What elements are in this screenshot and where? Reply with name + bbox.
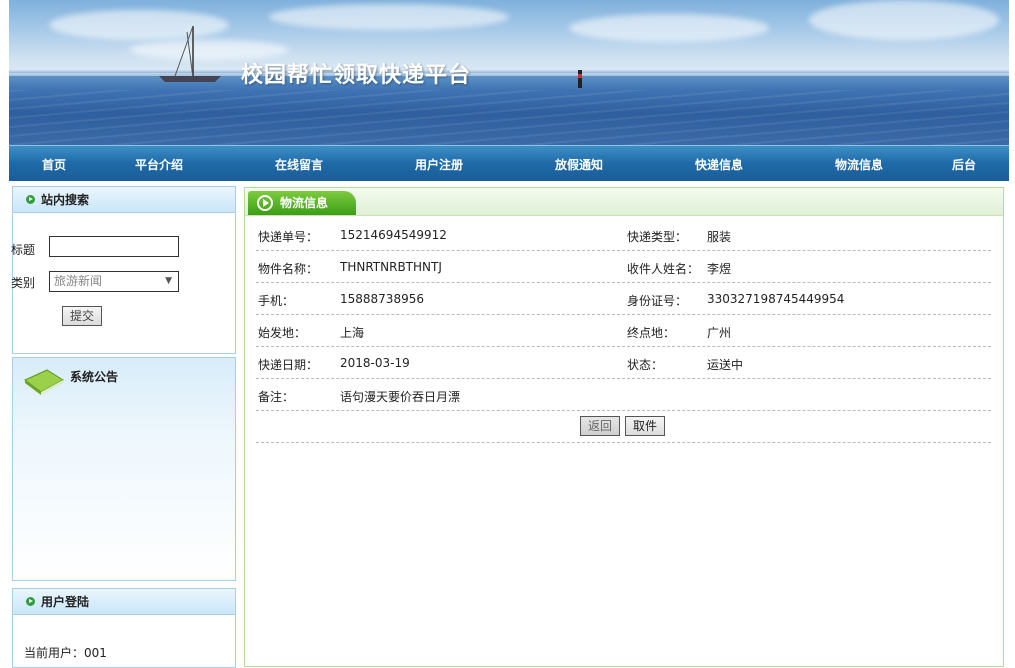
buoy-icon (578, 70, 582, 88)
status-value: 运送中 (707, 358, 744, 372)
phone-label: 手机： (258, 294, 295, 308)
nav-about[interactable]: 平台介绍 (135, 156, 183, 173)
detail-row: 物件名称： THNRTNRBTHNTJ 收件人姓名： 李煜 (256, 251, 991, 283)
remark-value: 语句漫天要价吞日月漂 (340, 390, 461, 404)
destination-value: 广州 (707, 326, 732, 340)
status-label: 状态： (627, 358, 664, 372)
search-panel-header: 站内搜索 (13, 187, 235, 213)
detail-row: 快递单号： 15214694549912 快递类型： 服装 (256, 219, 991, 251)
origin-value: 上海 (340, 326, 365, 340)
nav-register[interactable]: 用户注册 (415, 156, 463, 173)
date-label: 快递日期： (258, 358, 319, 372)
header-banner: 校园帮忙领取快递平台 (9, 0, 1009, 145)
arrow-bullet-icon (26, 195, 35, 204)
category-select[interactable]: 旅游新闻 ▼ (49, 271, 179, 292)
action-row: 返回 取件 (256, 411, 991, 443)
submit-button[interactable]: 提交 (62, 306, 102, 326)
detail-row: 始发地： 上海 终点地： 广州 (256, 315, 991, 347)
destination-label: 终点地： (627, 326, 676, 340)
express-type-value: 服装 (707, 230, 732, 244)
detail-row: 快递日期： 2018-03-19 状态： 运送中 (256, 347, 991, 379)
title-label: 标题 (11, 243, 36, 257)
detail-tab-title: 物流信息 (280, 196, 329, 210)
recipient-value: 李煜 (707, 262, 732, 276)
category-selected-value: 旅游新闻 (54, 274, 103, 288)
detail-row: 备注： 语句漫天要价吞日月漂 (256, 379, 991, 411)
tracking-no-value: 15214694549912 (340, 228, 447, 242)
id-card-label: 身份证号： (627, 294, 688, 308)
title-input[interactable] (49, 236, 179, 257)
item-name-value: THNRTNRBTHNTJ (340, 260, 442, 274)
detail-header: 物流信息 (245, 188, 1003, 216)
nav-express-info[interactable]: 快递信息 (695, 156, 743, 173)
notice-panel-title: 系统公告 (70, 370, 119, 384)
play-circle-icon (257, 195, 273, 211)
book-icon (24, 369, 64, 395)
nav-logistics-info[interactable]: 物流信息 (835, 156, 883, 173)
id-card-value: 330327198745449954 (707, 292, 845, 306)
date-value: 2018-03-19 (340, 356, 410, 370)
login-panel: 用户登陆 当前用户：001 (12, 588, 236, 668)
current-user-text: 当前用户：001 (24, 646, 107, 660)
logistics-detail-panel: 物流信息 快递单号： 15214694549912 快递类型： 服装 物件名称：… (244, 187, 1004, 667)
tracking-no-label: 快递单号： (258, 230, 319, 244)
category-label: 类别 (11, 276, 36, 290)
detail-tab: 物流信息 (248, 191, 356, 215)
detail-row: 手机： 15888738956 身份证号： 330327198745449954 (256, 283, 991, 315)
main-nav: 首页 平台介绍 在线留言 用户注册 放假通知 快递信息 物流信息 后台 (9, 145, 1009, 181)
dropdown-arrow-icon: ▼ (165, 276, 172, 286)
nav-admin[interactable]: 后台 (952, 156, 976, 173)
sailboat-icon (159, 25, 221, 82)
arrow-bullet-icon (26, 597, 35, 606)
express-type-label: 快递类型： (627, 230, 688, 244)
pickup-button[interactable]: 取件 (625, 416, 665, 436)
recipient-label: 收件人姓名： (627, 262, 700, 276)
site-title: 校园帮忙领取快递平台 (241, 62, 472, 88)
nav-holiday-notice[interactable]: 放假通知 (555, 156, 603, 173)
remark-label: 备注： (258, 390, 295, 404)
back-button[interactable]: 返回 (580, 416, 620, 436)
search-panel-title: 站内搜索 (41, 193, 90, 207)
login-panel-title: 用户登陆 (41, 595, 90, 609)
phone-value: 15888738956 (340, 292, 424, 306)
item-name-label: 物件名称： (258, 262, 319, 276)
nav-home[interactable]: 首页 (42, 156, 66, 173)
origin-label: 始发地： (258, 326, 307, 340)
login-panel-header: 用户登陆 (13, 589, 235, 615)
nav-message[interactable]: 在线留言 (275, 156, 323, 173)
notice-panel: 系统公告 (12, 357, 236, 581)
search-panel: 站内搜索 (12, 186, 236, 354)
